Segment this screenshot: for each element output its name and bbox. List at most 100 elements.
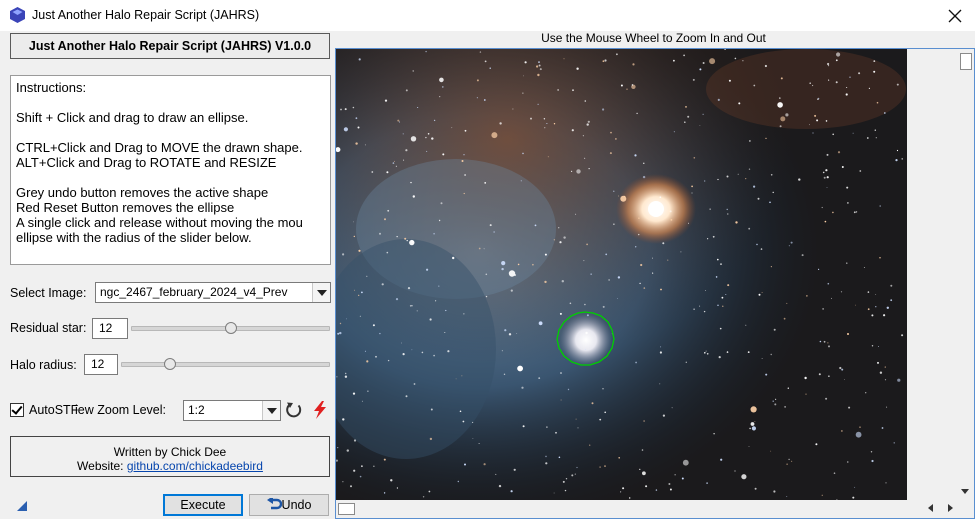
star [604,465,606,467]
star [461,160,464,162]
star [508,333,512,336]
star [381,283,384,286]
star [411,305,413,307]
star [875,137,877,139]
star [438,219,441,222]
residual-star-input[interactable]: 12 [92,318,128,339]
halo-radius-input[interactable]: 12 [84,354,118,375]
circular-arrow-icon[interactable] [285,401,303,419]
star [444,332,446,333]
star [886,406,888,408]
star [555,431,557,434]
star [445,309,447,312]
star [493,231,495,233]
image-viewer[interactable] [335,48,975,519]
star [809,82,811,84]
star [758,293,761,296]
star [629,497,631,499]
star [849,76,851,78]
star [346,318,347,320]
residual-star-slider-thumb[interactable] [225,322,237,334]
instructions-panel[interactable]: Instructions: Shift + Click and drag to … [10,75,331,265]
star [874,129,876,131]
star [560,399,562,401]
star [402,133,404,135]
new-instance-icon[interactable] [17,501,27,511]
star [359,475,362,478]
red-lightning-icon[interactable] [312,401,328,419]
star [642,175,646,179]
star [837,151,841,154]
star [643,420,645,422]
star [546,123,548,124]
star [602,60,605,63]
scroll-left-arrow-icon[interactable] [928,504,933,512]
star [841,166,844,168]
star [738,102,741,105]
star [390,479,393,482]
horizontal-scrollbar[interactable] [336,500,957,517]
star [845,93,848,96]
star [340,108,342,111]
star [821,494,823,496]
star [358,249,361,252]
star [753,185,756,188]
star [727,284,730,287]
star [827,282,830,285]
instructions-line: Grey undo button removes the active shap… [16,185,269,200]
star [883,112,886,114]
instructions-line: ALT+Click and Drag to ROTATE and RESIZE [16,155,277,170]
star [344,108,347,111]
star [501,261,506,266]
undo-button[interactable]: Undo [249,494,329,516]
vertical-scrollbar[interactable] [957,49,974,500]
star [814,114,817,117]
star [831,297,832,299]
execute-button[interactable]: Execute [163,494,243,516]
vertical-scroll-thumb[interactable] [960,53,972,70]
star [895,159,898,162]
star [709,58,716,65]
star [523,75,524,77]
star [560,372,562,374]
star [386,171,389,174]
close-button[interactable] [940,2,970,30]
halo-radius-slider-thumb[interactable] [164,358,176,370]
chevron-down-icon [312,283,330,302]
star [489,67,491,69]
star [826,187,828,189]
star [772,191,774,194]
autostf-checkbox[interactable] [10,403,24,417]
scroll-right-arrow-icon[interactable] [948,504,953,512]
star [770,450,772,452]
star [433,119,436,122]
star [780,77,783,80]
star [372,324,375,327]
star [501,350,503,352]
star [815,443,818,446]
star [734,57,737,60]
star [559,241,562,244]
star [827,62,830,66]
star [562,480,565,483]
undo-button-label: Undo [281,498,312,512]
star [645,485,648,488]
star [873,70,876,73]
scroll-down-arrow-icon[interactable] [961,489,969,494]
halo-radius-slider-track[interactable] [121,362,330,367]
star [364,350,366,352]
star [564,489,567,492]
star [631,84,634,86]
website-link[interactable]: github.com/chickadeebird [127,459,263,473]
horizontal-scroll-thumb[interactable] [338,503,355,515]
star [422,496,425,498]
select-image-dropdown[interactable]: ngc_2467_february_2024_v4_Prev [95,282,331,303]
zoom-level-dropdown[interactable]: 1:2 [183,400,281,421]
astronomy-image[interactable] [336,49,907,500]
star [520,180,522,182]
star [760,248,763,250]
star [571,129,574,132]
star [871,314,874,317]
star [670,219,673,221]
star [386,251,389,254]
